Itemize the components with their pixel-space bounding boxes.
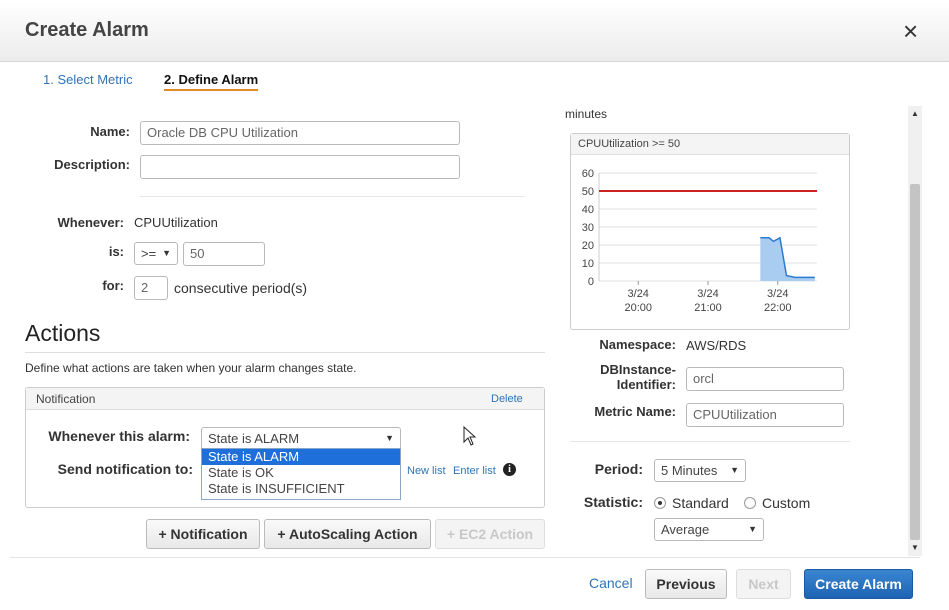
chevron-down-icon: ▼ (162, 248, 171, 258)
next-button[interactable]: Next (736, 569, 791, 599)
metric-name-input[interactable]: CPUUtilization (686, 403, 844, 427)
operator-select[interactable]: >= ▼ (134, 242, 178, 265)
statistic-select[interactable]: Average ▼ (654, 518, 764, 541)
whenever-alarm-label: Whenever this alarm: (48, 428, 190, 444)
standard-label: Standard (672, 495, 729, 511)
area-fill (760, 237, 815, 281)
x-tick-label: 3/24 (767, 288, 788, 300)
dialog-title: Create Alarm (25, 19, 149, 41)
description-input[interactable] (140, 155, 460, 179)
namespace-value: AWS/RDS (686, 338, 747, 353)
chevron-down-icon: ▼ (385, 433, 394, 443)
y-tick-label: 10 (582, 258, 594, 270)
divider (140, 196, 525, 197)
scrollbar-thumb[interactable] (910, 184, 920, 540)
custom-radio[interactable] (744, 497, 756, 509)
statistic-label: Statistic: (583, 494, 643, 510)
dbinstance-label: DBInstance- Identifier: (575, 362, 676, 392)
step-select-metric[interactable]: 1. Select Metric (43, 72, 133, 87)
x-tick-label: 3/24 (628, 288, 649, 300)
cancel-link[interactable]: Cancel (589, 575, 633, 591)
chevron-down-icon: ▼ (748, 524, 757, 534)
divider (25, 352, 545, 353)
operator-value: >= (141, 246, 157, 261)
add-ec2-button[interactable]: + EC2 Action (435, 519, 545, 549)
actions-description: Define what actions are taken when your … (25, 361, 357, 375)
preview-top-text: minutes (565, 107, 608, 121)
whenever-label: Whenever: (57, 215, 124, 230)
footer-divider (10, 557, 920, 558)
x-tick-label: 22:00 (764, 302, 792, 314)
dbinstance-label-line2: Identifier: (616, 377, 676, 392)
alarm-state-select[interactable]: State is ALARM ▼ (201, 427, 401, 450)
add-notification-button[interactable]: + Notification (146, 519, 260, 549)
divider (570, 441, 850, 442)
dbinstance-label-line1: DBInstance- (600, 362, 676, 377)
option-state-ok[interactable]: State is OK (202, 465, 400, 481)
scroll-up-icon[interactable]: ▲ (911, 109, 919, 118)
metric-name-label: Metric Name: (594, 404, 676, 419)
alarm-state-dropdown: State is ALARM State is OK State is INSU… (201, 448, 401, 500)
statistic-value: Average (661, 522, 710, 537)
notification-header (26, 388, 544, 410)
step-define-alarm[interactable]: 2. Define Alarm (164, 72, 259, 91)
graph-title: CPUUtilization >= 50 (571, 134, 849, 155)
whenever-metric: CPUUtilization (134, 215, 218, 230)
send-notification-label: Send notification to: (57, 461, 193, 477)
option-state-alarm[interactable]: State is ALARM (202, 449, 400, 465)
x-tick-label: 20:00 (624, 302, 652, 314)
periods-suffix: consecutive period(s) (174, 280, 308, 296)
x-tick-label: 21:00 (694, 302, 722, 314)
y-tick-label: 30 (582, 222, 594, 234)
scroll-down-icon[interactable]: ▼ (911, 543, 919, 552)
period-label: Period: (594, 461, 643, 477)
x-tick-label: 3/24 (697, 288, 718, 300)
description-label: Description: (54, 157, 130, 172)
previous-button[interactable]: Previous (645, 569, 727, 599)
y-tick-label: 60 (582, 168, 594, 180)
standard-radio[interactable] (654, 497, 666, 509)
cpu-utilization-chart: 0 10 20 30 40 50 60 3/24 20:00 3/24 21:00 3/24 22:00 (582, 168, 817, 314)
for-label: for: (102, 278, 124, 293)
enter-list-link[interactable]: Enter list (453, 465, 496, 477)
create-alarm-button[interactable]: Create Alarm (804, 569, 913, 599)
name-input[interactable]: Oracle DB CPU Utilization (140, 121, 460, 145)
new-list-link[interactable]: New list (407, 465, 446, 477)
custom-label: Custom (762, 495, 811, 511)
info-icon[interactable]: i (503, 463, 516, 476)
close-icon[interactable]: × (903, 18, 918, 44)
dbinstance-input[interactable]: orcl (686, 367, 844, 391)
actions-title: Actions (25, 320, 101, 346)
period-select[interactable]: 5 Minutes ▼ (654, 459, 746, 482)
periods-input[interactable]: 2 (134, 276, 168, 300)
chevron-down-icon: ▼ (730, 465, 739, 475)
add-autoscaling-button[interactable]: + AutoScaling Action (264, 519, 431, 549)
y-tick-label: 20 (582, 240, 594, 252)
name-label: Name: (90, 124, 130, 139)
delete-link[interactable]: Delete (491, 393, 523, 405)
period-value: 5 Minutes (661, 463, 718, 478)
mouse-cursor-icon (463, 426, 477, 446)
y-tick-label: 0 (588, 276, 594, 288)
threshold-input[interactable]: 50 (183, 242, 265, 266)
notification-title: Notification (36, 392, 96, 406)
y-tick-label: 50 (582, 186, 594, 198)
y-tick-label: 40 (582, 204, 594, 216)
is-label: is: (108, 244, 124, 259)
alarm-state-value: State is ALARM (208, 431, 300, 446)
option-state-insufficient[interactable]: State is INSUFFICIENT (202, 481, 400, 497)
namespace-label: Namespace: (599, 337, 676, 352)
